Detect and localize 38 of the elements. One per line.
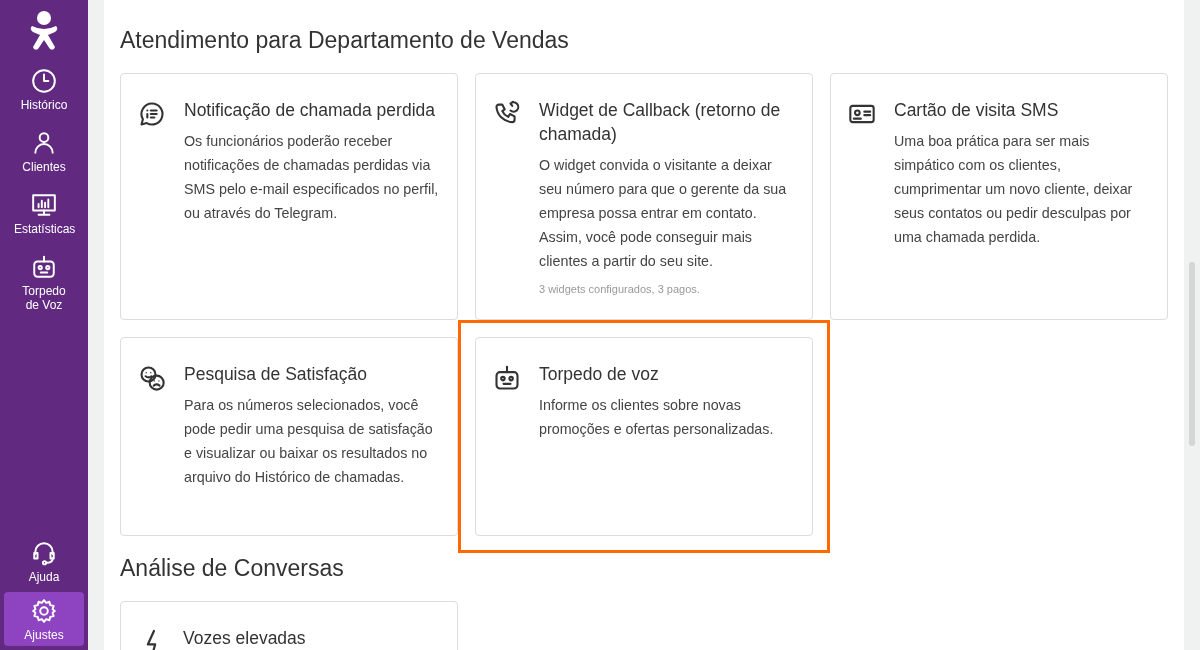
card-description: Para os números selecionados, você pode pedir uma pesquisa de satisfação e visualizar ou baixar os resultados no arquivo do Histórico de chamadas. <box>184 396 434 487</box>
settings-icon <box>31 598 57 624</box>
headset-icon <box>31 540 57 566</box>
card-description: Os funcionários poderão receber notificações de chamadas perdidas via SMS pelo e-mail especificados no perfil, ou através do Telegram. <box>184 132 440 223</box>
nav-item[interactable]: Ajustes <box>4 592 84 646</box>
logo-icon[interactable] <box>28 10 60 52</box>
monitor-chart-icon <box>31 192 57 218</box>
nav-item[interactable]: Torpedo de Voz <box>4 248 84 316</box>
section-heading: Atendimento para Departamento de Vendas <box>120 26 570 54</box>
card-note: 3 widgets configurados, 3 pagos. <box>539 282 701 297</box>
section-heading: Análise de Conversas <box>120 554 345 582</box>
nav-item[interactable]: Ajuda <box>4 534 84 588</box>
clock-icon <box>31 68 57 94</box>
feature-card[interactable]: Cartão de visita SMS Uma boa prática para ser mais simpático com os clientes, cumprimentar um novo cliente, deixar seus contatos ou pedir desculpas por uma chamada perdida. <box>830 73 1168 320</box>
nav-item[interactable]: Clientes <box>4 124 84 178</box>
bolt-icon <box>146 628 157 650</box>
card-description: Uma boa prática para ser mais simpático com os clientes, cumprimentar um novo cliente, deixar seus contatos ou pedir desculpas por uma chamada perdida. <box>894 132 1134 247</box>
feature-card[interactable]: Notificação de chamada perdida Os funcionários poderão receber notificações de chamadas perdidas via SMS pelo e-mail especificados no perfil, ou através do Telegram. <box>120 73 458 320</box>
card-title: Widget de Callback (retorno de chamada) <box>539 99 782 146</box>
robot-icon <box>31 254 57 280</box>
feature-card[interactable]: Pesquisa de Satisfação Para os números selecionados, você pode pedir uma pesquisa de satisfação e visualizar ou baixar os resultados no arquivo do Histórico de chamadas. <box>120 337 458 536</box>
nav-item[interactable]: Histórico <box>4 62 84 116</box>
feature-card[interactable]: Torpedo de voz Informe os clientes sobre novas promoções e ofertas personalizadas. <box>475 337 813 536</box>
faces-icon <box>138 364 166 392</box>
card-title: Vozes elevadas <box>183 627 307 650</box>
card-title: Cartão de visita SMS <box>894 99 1060 122</box>
card-description: Informe os clientes sobre novas promoções e ofertas personalizadas. <box>539 396 775 439</box>
card-description: O widget convida o visitante a deixar seu número para que o gerente da sua empresa possa entrar em contato. Assim, você pode conseguir mais clientes a partir do seu site. <box>539 156 788 271</box>
nav-item[interactable]: Estatísticas <box>4 186 84 240</box>
person-icon <box>31 130 57 156</box>
card-title: Torpedo de voz <box>539 363 660 386</box>
card-title: Notificação de chamada perdida <box>184 99 436 122</box>
card-title: Pesquisa de Satisfação <box>184 363 368 386</box>
chat-list-icon <box>138 100 166 128</box>
feature-card[interactable]: Vozes elevadas <box>120 601 458 650</box>
robot-icon <box>493 364 521 392</box>
scrollbar-thumb[interactable] <box>1189 262 1195 446</box>
feature-card[interactable] <box>475 73 813 320</box>
